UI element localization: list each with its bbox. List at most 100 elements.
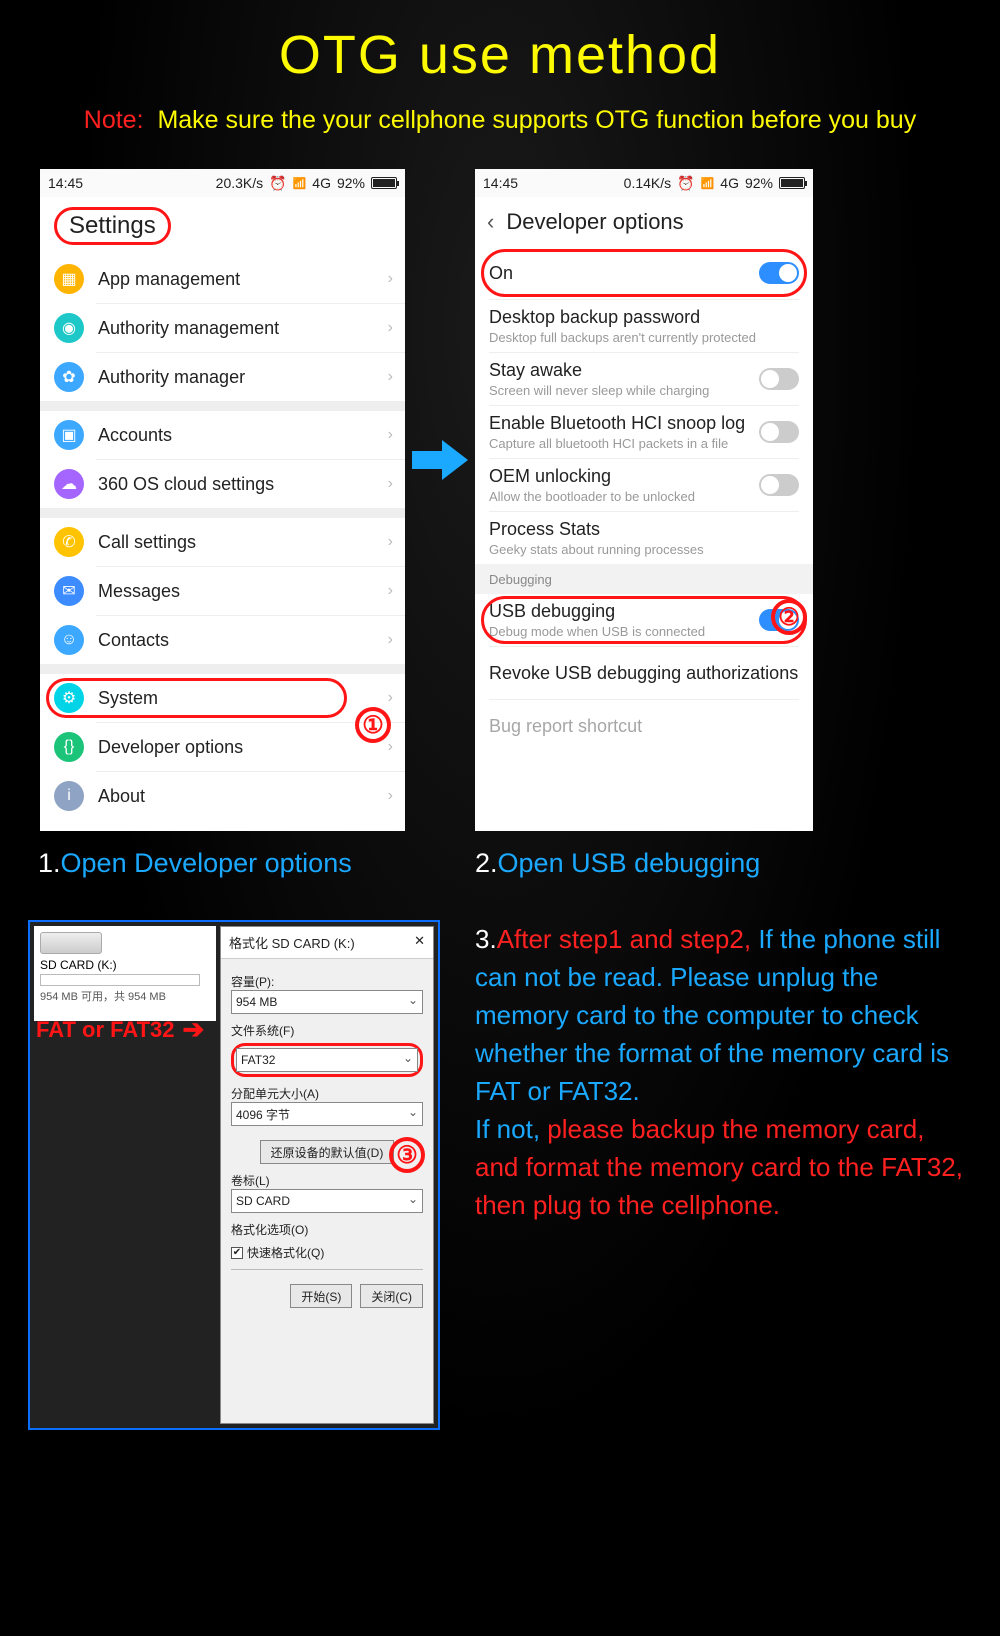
row-label: About xyxy=(98,786,145,807)
volume-label: 卷标(L) xyxy=(231,1172,423,1189)
fat-annotation: FAT or FAT32 ➔ xyxy=(36,1014,204,1045)
status-net: 4G xyxy=(312,175,331,191)
developer-options-phone: 14:45 0.14K/s ⏰ 📶 4G 92% ‹ Developer opt… xyxy=(475,169,813,831)
unit-label: 分配单元大小(A) xyxy=(231,1085,423,1102)
battery-icon xyxy=(371,177,397,189)
toggle-switch[interactable] xyxy=(759,421,799,443)
dev-row[interactable]: Revoke USB debugging authorizations xyxy=(475,647,813,699)
start-button[interactable]: 开始(S) xyxy=(290,1284,352,1308)
dev-row-label: Enable Bluetooth HCI snoop log xyxy=(489,413,799,434)
toggle-switch[interactable] xyxy=(759,262,799,284)
status-speed: 0.14K/s xyxy=(624,175,671,191)
chevron-right-icon: › xyxy=(388,689,393,707)
settings-row[interactable]: ◉ Authority management › xyxy=(40,304,405,352)
dev-row-label: Process Stats xyxy=(489,519,799,540)
format-dialog: 格式化 SD CARD (K:) ✕ 容量(P): 954 MB 文件系统(F)… xyxy=(220,926,434,1424)
sd-title: SD CARD (K:) xyxy=(40,958,210,972)
status-net: 4G xyxy=(720,175,739,191)
dev-row[interactable]: USB debuggingDebug mode when USB is conn… xyxy=(475,594,813,646)
chevron-right-icon: › xyxy=(388,582,393,600)
settings-title-highlight: Settings xyxy=(54,207,171,245)
row-icon: ☁ xyxy=(54,469,84,499)
status-time: 14:45 xyxy=(483,175,518,191)
row-label: System xyxy=(98,688,158,709)
alarm-icon: ⏰ xyxy=(269,175,286,192)
settings-row[interactable]: ✉ Messages › xyxy=(40,567,405,615)
chevron-right-icon: › xyxy=(388,319,393,337)
dev-row[interactable]: Process Stats Geeky stats about running p… xyxy=(475,512,813,564)
row-icon: ▦ xyxy=(54,264,84,294)
format-options-label: 格式化选项(O) xyxy=(231,1221,423,1238)
dev-row-sub: Debug mode when USB is connected xyxy=(489,624,799,639)
sd-drive-panel: SD CARD (K:) 954 MB 可用，共 954 MB xyxy=(34,926,216,1021)
caption-1: 1.Open Developer options xyxy=(38,848,352,879)
row-label: Contacts xyxy=(98,630,169,651)
settings-row[interactable]: ▦ App management › xyxy=(40,255,405,303)
quick-format-checkbox[interactable]: ✔ 快速格式化(Q) xyxy=(231,1244,423,1261)
close-icon[interactable]: ✕ xyxy=(414,933,425,952)
dev-row-label: Desktop backup password xyxy=(489,307,799,328)
status-bar: 14:45 0.14K/s ⏰ 📶 4G 92% xyxy=(475,169,813,197)
dev-row-sub: Capture all bluetooth HCI packets in a f… xyxy=(489,436,799,451)
dev-header: ‹ Developer options xyxy=(475,197,813,247)
restore-defaults-button[interactable]: 还原设备的默认值(D) xyxy=(260,1140,395,1164)
sd-usage-bar xyxy=(40,974,200,986)
capacity-select[interactable]: 954 MB xyxy=(231,990,423,1014)
dev-row[interactable]: Stay awakeScreen will never sleep while … xyxy=(475,353,813,405)
dev-row-label: Stay awake xyxy=(489,360,799,381)
close-button[interactable]: 关闭(C) xyxy=(360,1284,423,1308)
sd-usage-text: 954 MB 可用，共 954 MB xyxy=(40,988,210,1004)
row-icon: ⚙ xyxy=(54,683,84,713)
settings-row[interactable]: ✆ Call settings › xyxy=(40,518,405,566)
settings-row[interactable]: ▣ Accounts › xyxy=(40,411,405,459)
status-bar: 14:45 20.3K/s ⏰ 📶 4G 92% xyxy=(40,169,405,197)
row-label: Messages xyxy=(98,581,180,602)
settings-phone: 14:45 20.3K/s ⏰ 📶 4G 92% Settings ▦ App … xyxy=(40,169,405,831)
filesystem-label: 文件系统(F) xyxy=(231,1022,423,1039)
dev-row-sub: Allow the bootloader to be unlocked xyxy=(489,489,799,504)
battery-icon xyxy=(779,177,805,189)
step-marker-1: ① xyxy=(355,707,391,743)
dev-row[interactable]: OEM unlockingAllow the bootloader to be … xyxy=(475,459,813,511)
chevron-right-icon: › xyxy=(388,475,393,493)
dev-row[interactable]: On xyxy=(475,247,813,299)
volume-input[interactable]: SD CARD xyxy=(231,1189,423,1213)
toggle-switch[interactable] xyxy=(759,368,799,390)
toggle-switch[interactable] xyxy=(759,474,799,496)
row-label: Accounts xyxy=(98,425,172,446)
chevron-right-icon: › xyxy=(388,270,393,288)
dialog-title: 格式化 SD CARD (K:) xyxy=(229,933,355,952)
settings-row[interactable]: ⚙ System › xyxy=(40,674,405,722)
filesystem-highlight: FAT32 xyxy=(231,1043,423,1077)
row-icon: {} xyxy=(54,732,84,762)
row-icon: ✿ xyxy=(54,362,84,392)
dev-row-label: Revoke USB debugging authorizations xyxy=(489,663,799,684)
dev-row-sub: Geeky stats about running processes xyxy=(489,542,799,557)
dev-row[interactable]: Enable Bluetooth HCI snoop log Capture al… xyxy=(475,406,813,458)
chevron-right-icon: › xyxy=(388,738,393,756)
row-icon: ☺ xyxy=(54,625,84,655)
signal-icon: 📶 xyxy=(701,177,715,190)
settings-row[interactable]: {} Developer options › xyxy=(40,723,405,771)
back-icon[interactable]: ‹ xyxy=(487,209,494,235)
dev-row[interactable]: Bug report shortcut xyxy=(475,700,813,752)
dev-title: Developer options xyxy=(506,209,683,235)
settings-row[interactable]: ✿ Authority manager › xyxy=(40,353,405,401)
step-marker-3: ③ xyxy=(389,1137,425,1173)
row-label: 360 OS cloud settings xyxy=(98,474,274,495)
settings-row[interactable]: ☺ Contacts › xyxy=(40,616,405,664)
settings-row[interactable]: i About › xyxy=(40,772,405,820)
signal-icon: 📶 xyxy=(293,177,307,190)
settings-row[interactable]: ☁ 360 OS cloud settings › xyxy=(40,460,405,508)
dev-row-label: On xyxy=(489,263,799,284)
dev-row[interactable]: Desktop backup passwordDesktop full back… xyxy=(475,300,813,352)
row-label: Authority management xyxy=(98,318,279,339)
arrow-icon xyxy=(412,440,468,480)
format-panel: SD CARD (K:) 954 MB 可用，共 954 MB 格式化 SD C… xyxy=(28,920,440,1430)
row-icon: ◉ xyxy=(54,313,84,343)
status-pct: 92% xyxy=(745,175,773,191)
dev-row-label: Bug report shortcut xyxy=(489,716,799,737)
filesystem-select[interactable]: FAT32 xyxy=(236,1048,418,1072)
unit-select[interactable]: 4096 字节 xyxy=(231,1102,423,1126)
caption-2: 2.Open USB debugging xyxy=(475,848,760,879)
